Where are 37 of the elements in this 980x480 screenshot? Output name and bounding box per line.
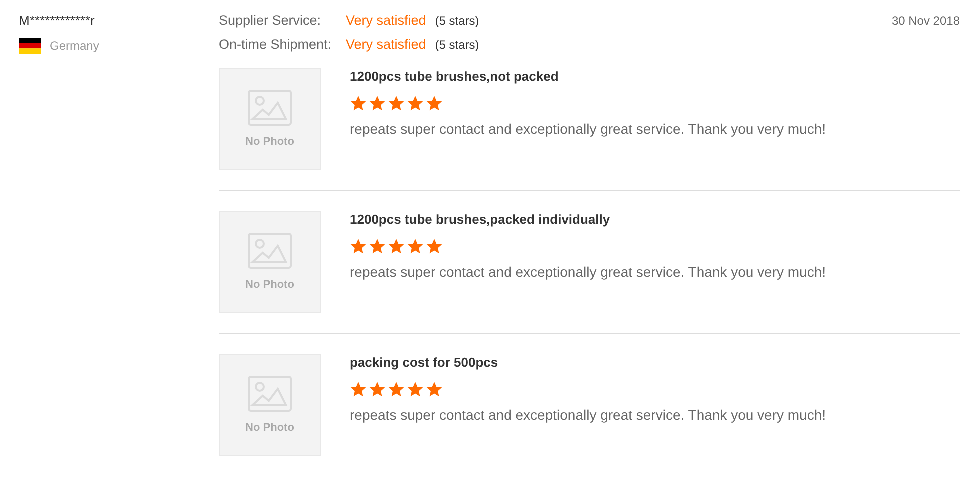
- star-icon: [388, 238, 405, 255]
- star-icon: [388, 95, 405, 112]
- no-photo-label: No Photo: [246, 279, 294, 291]
- rating-value: Very satisfied: [346, 12, 426, 30]
- country-name: Germany: [50, 39, 100, 53]
- star-icon: [350, 95, 367, 112]
- reviewer-name: M************r: [19, 12, 96, 30]
- image-icon: [248, 90, 292, 126]
- review-comment: repeats super contact and exceptionally great service. Thank you very much!: [350, 407, 826, 423]
- star-icon: [369, 381, 386, 398]
- star-icon: [350, 381, 367, 398]
- star-icon: [388, 381, 405, 398]
- rating-label: Supplier Service:: [219, 12, 322, 30]
- image-icon: [248, 233, 292, 269]
- flag-icon: [19, 38, 41, 54]
- star-icon: [426, 381, 443, 398]
- star-icon: [369, 95, 386, 112]
- rating-value: Very satisfied: [346, 36, 426, 54]
- no-photo-label: No Photo: [246, 422, 294, 434]
- star-icon: [426, 95, 443, 112]
- rating-label: On-time Shipment:: [219, 36, 333, 54]
- rating-detail: (5 stars): [435, 13, 480, 30]
- rating-detail: (5 stars): [435, 37, 480, 54]
- product-title: 1200pcs tube brushes,packed individually: [350, 212, 612, 228]
- star-icon: [407, 238, 424, 255]
- no-photo-label: No Photo: [246, 136, 294, 148]
- star-icon: [426, 238, 443, 255]
- star-icon: [369, 238, 386, 255]
- star-icon: [350, 238, 367, 255]
- review-comment: repeats super contact and exceptionally great service. Thank you very much!: [350, 264, 826, 280]
- review-comment: repeats super contact and exceptionally great service. Thank you very much!: [350, 121, 826, 137]
- review-date: 30 Nov 2018: [892, 13, 960, 30]
- product-title: packing cost for 500pcs: [350, 355, 500, 371]
- product-title: 1200pcs tube brushes,not packed: [350, 69, 560, 85]
- image-icon: [248, 376, 292, 412]
- star-icon: [407, 381, 424, 398]
- star-icon: [407, 95, 424, 112]
